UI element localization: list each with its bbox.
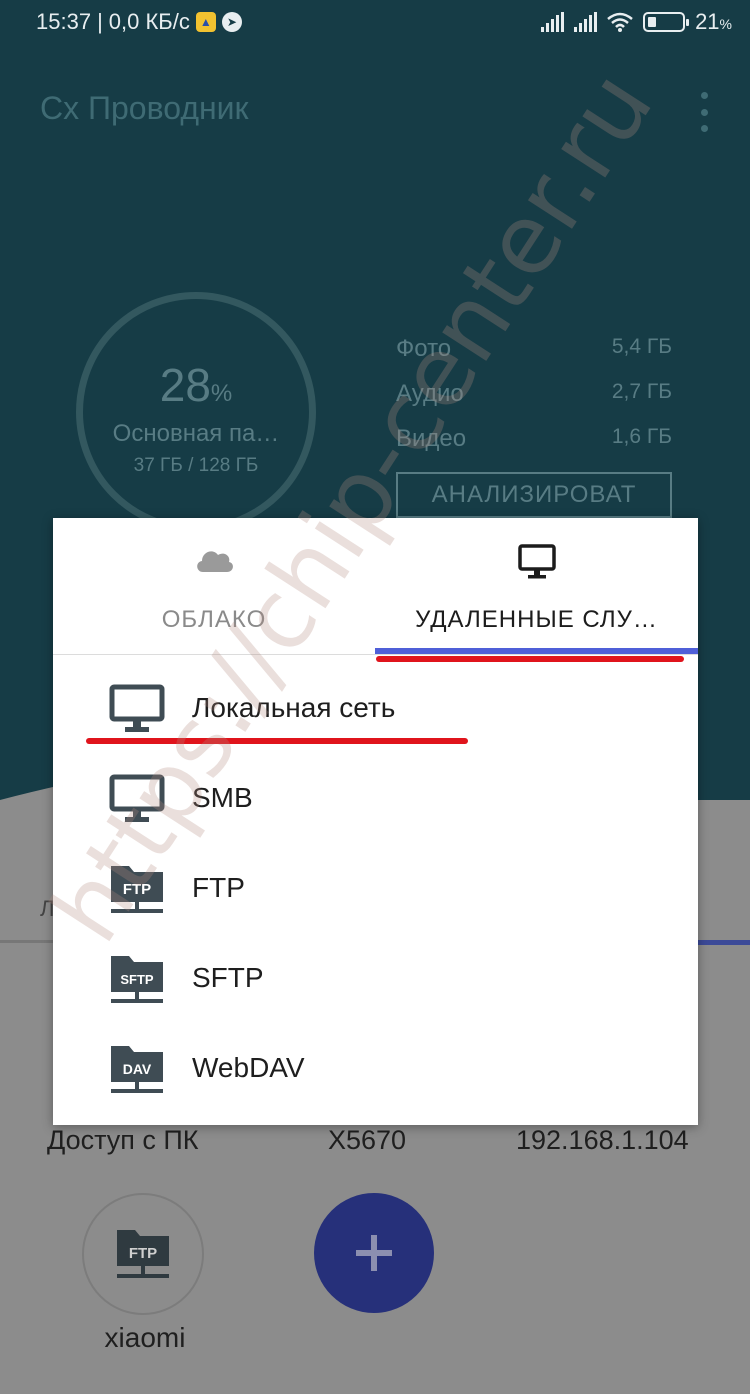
sftp-folder-icon: SFTP [111, 956, 163, 1003]
tab-remote[interactable]: УДАЛЕННЫЕ СЛУ… [375, 518, 698, 654]
plus-icon [356, 1235, 392, 1271]
add-fab-button[interactable] [314, 1193, 434, 1313]
list-item-label: FTP [192, 872, 245, 903]
battery-level: 21% [695, 9, 732, 34]
status-bar: 15:37 | 0,0 КБ/с ▲ ➤ 21% [0, 0, 750, 46]
telegram-icon: ➤ [221, 12, 242, 32]
ftp-folder-icon: FTP [117, 1230, 169, 1278]
signal-icon [541, 12, 565, 32]
favorite-xiaomi[interactable]: FTP [82, 1193, 204, 1315]
status-time: 15:37 [36, 9, 92, 34]
monitor-icon [517, 544, 556, 579]
status-separator: | [97, 9, 103, 34]
list-item-sftp[interactable]: SFTP SFTP [53, 936, 698, 1026]
remote-access-label: Доступ с ПК [47, 1125, 199, 1155]
shield-icon: ▲ [195, 12, 216, 32]
analyze-button[interactable]: АНАЛИЗИРОВАТ [396, 472, 672, 518]
svg-text:SFTP: SFTP [120, 972, 154, 987]
wifi-icon [607, 12, 633, 32]
tab-divider [53, 654, 698, 655]
more-menu-icon[interactable] [692, 92, 716, 132]
webdav-folder-icon: DAV [111, 1046, 163, 1093]
remote-access-ip: 192.168.1.104 [516, 1125, 689, 1155]
tab-remote-label: УДАЛЕННЫЕ СЛУ… [415, 606, 658, 633]
storage-percent: 28% [159, 359, 233, 411]
remote-access-device: X5670 [328, 1125, 407, 1155]
cloud-icon [197, 551, 233, 572]
annotation-underline [376, 656, 684, 662]
status-speed: 0,0 КБ/с [108, 9, 190, 34]
storage-name: Основная па… [112, 420, 280, 447]
battery-icon [643, 12, 690, 32]
svg-text:DAV: DAV [123, 1061, 152, 1077]
list-item-label: WebDAV [192, 1052, 305, 1083]
list-item-webdav[interactable]: DAV WebDAV [53, 1026, 698, 1116]
signal-icon [574, 12, 598, 32]
list-item-label: SFTP [192, 962, 264, 993]
favorite-label: xiaomi [104, 1322, 186, 1353]
storage-size: 37 ГБ / 128 ГБ [133, 455, 259, 476]
background-tab-indicator [690, 940, 750, 945]
app-title: Cx Проводник [40, 90, 249, 126]
storage-ring[interactable] [76, 292, 316, 532]
svg-text:FTP: FTP [129, 1245, 157, 1262]
